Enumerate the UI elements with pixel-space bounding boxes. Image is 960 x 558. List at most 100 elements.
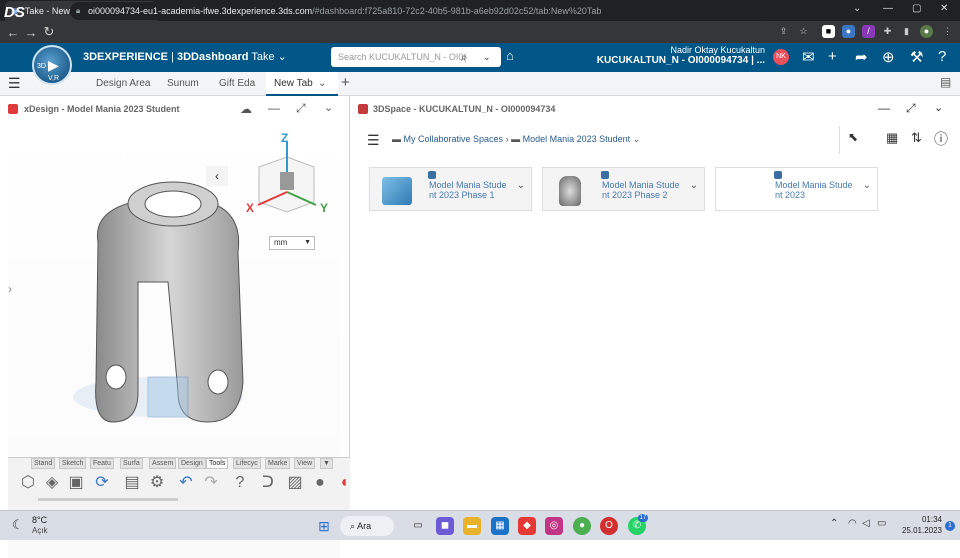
hamburger-icon[interactable]: ☰ bbox=[8, 75, 21, 92]
weather-temp[interactable]: 8°C bbox=[32, 515, 47, 525]
clock-time[interactable]: 01:34 bbox=[912, 515, 942, 524]
sort-icon[interactable]: ⇅ bbox=[911, 130, 922, 146]
tile-model-mania[interactable]: Model Mania Stude nt 2023 ⌄ bbox=[715, 167, 878, 211]
tab-gift-eda[interactable]: Gift Eda bbox=[219, 78, 255, 89]
tile-model-mania-phase-2[interactable]: Model Mania Stude nt 2023 Phase 2 ⌄ bbox=[542, 167, 705, 211]
chevron-down-icon[interactable]: ⌄ bbox=[318, 78, 326, 89]
section-icon[interactable]: ◈ bbox=[42, 473, 62, 493]
tab-assembly[interactable]: Assem bbox=[149, 458, 177, 469]
bookmark-star-icon[interactable]: ☆ bbox=[797, 25, 810, 38]
chevron-down-icon[interactable]: ⌄ bbox=[517, 180, 525, 191]
tab-standard[interactable]: Stand bbox=[31, 458, 56, 469]
cloud-icon[interactable]: ☁ bbox=[240, 102, 252, 116]
tab-tools[interactable]: Tools bbox=[206, 458, 229, 469]
forward-icon[interactable]: → bbox=[22, 25, 40, 40]
help-icon[interactable]: ? bbox=[938, 48, 946, 65]
search-icon[interactable]: ⌕ bbox=[461, 47, 468, 67]
extension-icon[interactable]: / bbox=[862, 25, 875, 38]
wifi-icon[interactable]: ◠ bbox=[848, 518, 857, 529]
task-view-icon[interactable]: ▭ bbox=[409, 517, 427, 535]
breadcrumb-root[interactable]: My Collaborative Spaces bbox=[404, 134, 504, 144]
chevron-down-icon[interactable]: ⌄ bbox=[690, 180, 698, 191]
chrome-icon[interactable]: ● bbox=[573, 517, 591, 535]
tag-icon[interactable]: ⌂ bbox=[506, 48, 514, 63]
share-icon[interactable]: ➦ bbox=[855, 48, 868, 66]
render-icon[interactable]: ● bbox=[310, 473, 330, 493]
select-mode-icon[interactable]: ⬉ bbox=[848, 130, 858, 144]
share-icon[interactable]: ⇪ bbox=[777, 25, 790, 38]
instagram-icon[interactable]: ◎ bbox=[545, 517, 563, 535]
redo-icon[interactable]: ↷ bbox=[201, 473, 221, 493]
save-icon[interactable]: ▣ bbox=[66, 473, 86, 493]
back-icon[interactable]: ← bbox=[4, 25, 22, 40]
puzzle-icon[interactable]: ✚ bbox=[881, 25, 894, 38]
chevron-down-icon[interactable]: ⌄ bbox=[483, 47, 491, 67]
gear-icon[interactable]: ⚙ bbox=[147, 473, 167, 493]
tab-design-area[interactable]: Design Area bbox=[96, 78, 150, 89]
battery-icon[interactable]: ▭ bbox=[877, 518, 886, 529]
maximize-icon[interactable]: ▢ bbox=[912, 3, 921, 14]
chevron-down-icon[interactable]: ⌄ bbox=[934, 101, 943, 114]
image-icon[interactable]: ▨ bbox=[285, 473, 305, 493]
app-title[interactable]: 3DEXPERIENCE | 3DDashboard Take ⌄ bbox=[83, 50, 287, 63]
search-input[interactable]: Search KUCUKALTUN_N - OI0( ⌕ ⌄ bbox=[331, 47, 501, 67]
notify-icon[interactable]: ⊕ bbox=[882, 48, 895, 66]
profile-avatar[interactable]: ● bbox=[920, 25, 933, 38]
chevron-down-icon[interactable]: ⌄ bbox=[863, 180, 871, 191]
tab-markup[interactable]: Marke bbox=[265, 458, 291, 469]
chevron-down-icon[interactable]: ⌄ bbox=[324, 101, 333, 114]
breadcrumb-folder[interactable]: Model Mania 2023 Student bbox=[523, 134, 631, 144]
sidepanel-icon[interactable]: ▮ bbox=[900, 25, 913, 38]
refresh-icon[interactable]: ⟳ bbox=[92, 473, 112, 493]
comment-icon[interactable]: ▤ bbox=[940, 75, 951, 89]
compass-button[interactable]: 3D V,R ▶ bbox=[32, 45, 72, 85]
tab-new-tab[interactable]: New Tab bbox=[274, 78, 313, 89]
app-icon[interactable]: ◆ bbox=[518, 517, 536, 535]
user-info[interactable]: Nadir Oktay Kucukaltun KUCUKALTUN_N - OI… bbox=[585, 45, 765, 66]
info-icon[interactable]: ⓘ bbox=[934, 129, 948, 149]
maximize-icon[interactable]: ⤢ bbox=[906, 101, 916, 116]
taskbar-search[interactable]: ⌕ Ara bbox=[340, 516, 394, 536]
reload-icon[interactable]: ↻ bbox=[40, 24, 58, 40]
avatar[interactable]: NK bbox=[773, 49, 789, 65]
tab-features[interactable]: Featu bbox=[90, 458, 114, 469]
minimize-icon[interactable]: — bbox=[268, 101, 280, 115]
maximize-icon[interactable]: ⤢ bbox=[296, 101, 306, 116]
collapse-panel-button[interactable]: ‹ bbox=[206, 166, 228, 186]
tab-sketch[interactable]: Sketch bbox=[59, 458, 87, 469]
tab-lifecycle[interactable]: Lifecyc bbox=[233, 458, 261, 469]
minimize-icon[interactable]: — bbox=[883, 3, 893, 14]
manage-icon[interactable]: ▤ bbox=[122, 473, 142, 493]
minimize-icon[interactable]: — bbox=[878, 101, 890, 115]
clock-date[interactable]: 25.01.2023 bbox=[892, 526, 942, 535]
view-cube[interactable]: Z X Y bbox=[246, 131, 328, 227]
expand-tree-icon[interactable]: › bbox=[8, 282, 12, 296]
toolbar-scrollbar[interactable] bbox=[38, 498, 178, 501]
tab-sunum[interactable]: Sunum bbox=[167, 78, 199, 89]
tabs-more-icon[interactable]: ▼ bbox=[320, 458, 333, 469]
tools-icon[interactable]: ⚒ bbox=[910, 48, 923, 66]
url-field[interactable]: 🔒︎ oi000094734-eu1-academia-ifwe.3dexper… bbox=[70, 2, 770, 20]
windows-start-icon[interactable]: ⊞ bbox=[315, 517, 333, 535]
notification-badge[interactable]: 1 bbox=[945, 521, 955, 531]
tab-view[interactable]: View bbox=[294, 458, 316, 469]
store-icon[interactable]: ▦ bbox=[491, 517, 509, 535]
grid-view-icon[interactable]: ▦ bbox=[886, 130, 898, 146]
tab-search-icon[interactable]: ⌄ bbox=[853, 3, 861, 14]
extension-icon[interactable]: ■ bbox=[822, 25, 835, 38]
lasso-icon[interactable]: ᑐ bbox=[258, 473, 278, 493]
menu-icon[interactable]: ⋮ bbox=[941, 25, 954, 38]
teams-icon[interactable]: ◼ bbox=[436, 517, 454, 535]
measure-icon[interactable]: ⬡ bbox=[18, 473, 38, 493]
weather-desc[interactable]: Açık bbox=[32, 526, 48, 535]
chat-icon[interactable]: ✉ bbox=[802, 48, 815, 66]
chevron-up-icon[interactable]: ⌃ bbox=[830, 518, 838, 529]
undo-icon[interactable]: ↶ bbox=[176, 473, 196, 493]
tab-surface[interactable]: Surfa bbox=[120, 458, 143, 469]
close-window-icon[interactable]: ✕ bbox=[940, 3, 948, 14]
chevron-down-icon[interactable]: ⌄ bbox=[633, 134, 641, 144]
extension-icon[interactable]: ● bbox=[842, 25, 855, 38]
unit-select[interactable]: mm ▼ bbox=[269, 236, 315, 250]
volume-icon[interactable]: ◁ bbox=[862, 518, 870, 529]
add-tab-button[interactable]: + bbox=[341, 74, 350, 91]
